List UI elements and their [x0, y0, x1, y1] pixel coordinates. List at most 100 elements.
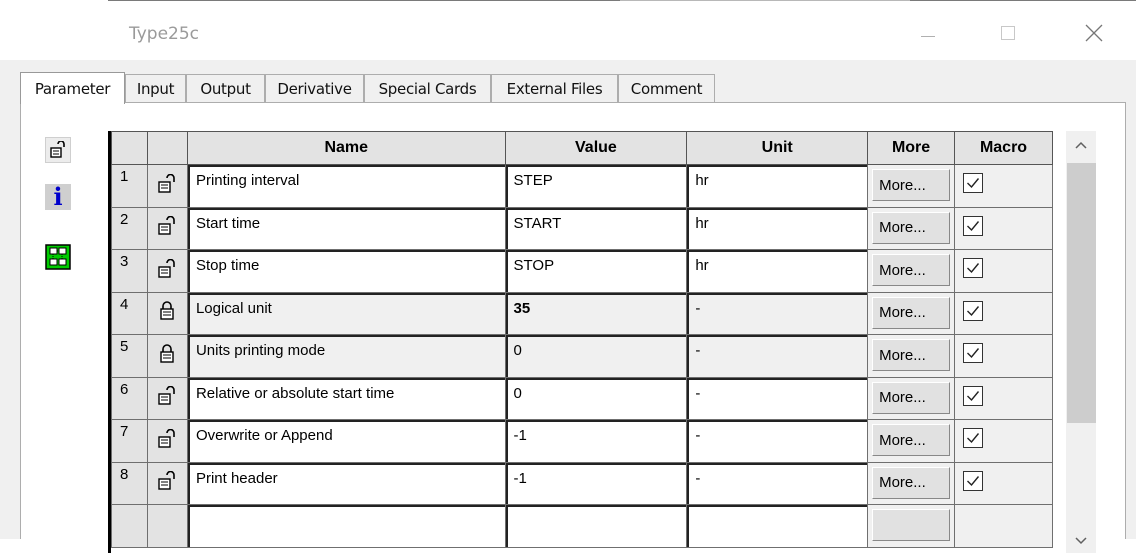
info-button[interactable]: i — [45, 184, 71, 210]
tab-output[interactable]: Output — [186, 74, 265, 102]
row-lock-button[interactable] — [146, 419, 188, 463]
table-row: 4 Logical unit 35 - More... — [111, 291, 1053, 335]
minimize-button[interactable] — [908, 15, 948, 51]
macro-checkbox[interactable] — [963, 173, 984, 193]
row-lock-button[interactable] — [146, 461, 188, 505]
param-value-cell[interactable]: STOP — [504, 249, 688, 293]
param-unit-cell[interactable]: - — [686, 291, 869, 335]
param-unit-cell[interactable]: hr — [686, 249, 869, 293]
more-button[interactable]: More... — [872, 296, 951, 329]
close-button[interactable] — [1074, 15, 1114, 51]
param-value-cell[interactable]: STEP — [504, 164, 688, 208]
unlocked-icon — [158, 215, 176, 235]
param-name-cell[interactable]: Logical unit — [186, 291, 506, 335]
param-value-cell[interactable]: 0 — [504, 334, 688, 378]
param-unit: - — [687, 420, 868, 462]
macro-checkbox[interactable] — [963, 258, 984, 278]
tab-input[interactable]: Input — [125, 74, 186, 102]
param-unit: hr — [687, 250, 868, 292]
header-more[interactable]: More — [867, 131, 956, 165]
table-row: 7 Overwrite or Append -1 - More... — [111, 419, 1053, 463]
param-unit-cell[interactable]: - — [686, 376, 869, 420]
macro-checkbox[interactable] — [963, 470, 984, 491]
network-icon — [45, 244, 71, 270]
table-row: 6 Relative or absolute start time 0 - Mo… — [111, 376, 1053, 420]
tab-external-files[interactable]: External Files — [491, 74, 618, 102]
more-button[interactable]: More... — [872, 424, 951, 456]
unlocked-icon — [158, 428, 176, 448]
param-name-cell[interactable]: Units printing mode — [186, 334, 506, 378]
row-lock-button[interactable] — [146, 504, 188, 548]
macro-cell — [954, 206, 1053, 250]
row-lock-button[interactable] — [146, 334, 188, 378]
header-macro[interactable]: Macro — [954, 131, 1053, 165]
header-unit[interactable]: Unit — [686, 131, 869, 165]
scroll-down-button[interactable] — [1066, 529, 1096, 553]
param-name-cell[interactable]: Overwrite or Append — [186, 419, 506, 463]
param-name-cell[interactable]: Relative or absolute start time — [186, 376, 506, 420]
network-button[interactable] — [45, 244, 71, 270]
param-unit-cell[interactable]: hr — [686, 206, 869, 250]
vertical-scrollbar[interactable] — [1066, 131, 1096, 553]
param-unit: - — [687, 292, 868, 334]
row-lock-button[interactable] — [146, 206, 188, 250]
param-name-cell[interactable]: Stop time — [186, 249, 506, 293]
macro-checkbox[interactable] — [963, 428, 984, 448]
macro-checkbox[interactable] — [963, 343, 984, 363]
more-cell: More... — [867, 334, 956, 378]
more-button[interactable]: More... — [872, 381, 951, 414]
lock-toggle-button[interactable] — [45, 137, 71, 163]
param-value-cell[interactable]: -1 — [504, 419, 688, 463]
param-unit-cell[interactable]: - — [686, 334, 869, 378]
header-name[interactable]: Name — [186, 131, 506, 165]
tab-derivative[interactable]: Derivative — [265, 74, 364, 102]
param-unit-cell[interactable]: - — [686, 419, 869, 463]
tab-parameter[interactable]: Parameter — [20, 72, 125, 104]
param-name: Stop time — [187, 250, 505, 292]
param-value-cell[interactable]: -1 — [504, 461, 688, 505]
row-number: 6 — [111, 376, 148, 420]
param-name-cell[interactable]: Print header — [186, 461, 506, 505]
scroll-thumb[interactable] — [1067, 163, 1096, 423]
checkmark-icon — [967, 390, 980, 401]
param-value-cell[interactable]: START — [504, 206, 688, 250]
param-unit-cell[interactable] — [686, 504, 869, 548]
macro-checkbox[interactable] — [963, 300, 984, 321]
more-cell: More... — [867, 419, 956, 463]
more-button[interactable]: More... — [872, 169, 951, 201]
more-button[interactable]: More... — [872, 211, 951, 244]
row-lock-button[interactable] — [146, 291, 188, 335]
more-button[interactable]: More... — [872, 339, 951, 371]
more-button[interactable] — [872, 509, 951, 541]
info-icon: i — [53, 182, 63, 211]
param-value-cell[interactable]: 35 — [504, 291, 688, 335]
scroll-up-button[interactable] — [1066, 133, 1096, 157]
macro-checkbox[interactable] — [963, 385, 984, 406]
tab-comment[interactable]: Comment — [618, 74, 715, 102]
macro-cell — [954, 291, 1053, 335]
row-lock-button[interactable] — [146, 249, 188, 293]
macro-cell — [954, 164, 1053, 208]
tab-special-cards[interactable]: Special Cards — [364, 74, 491, 102]
param-name-cell[interactable]: Printing interval — [186, 164, 506, 208]
param-unit-cell[interactable]: - — [686, 461, 869, 505]
param-unit-cell[interactable]: hr — [686, 164, 869, 208]
maximize-button[interactable] — [988, 15, 1028, 51]
param-name: Overwrite or Append — [187, 420, 505, 462]
param-value-cell[interactable]: 0 — [504, 376, 688, 420]
row-number: 5 — [111, 334, 148, 378]
more-button[interactable]: More... — [872, 254, 951, 286]
more-button[interactable]: More... — [872, 466, 951, 499]
row-lock-button[interactable] — [146, 164, 188, 208]
row-lock-button[interactable] — [146, 376, 188, 420]
param-name-cell[interactable] — [186, 504, 506, 548]
checkmark-icon — [967, 475, 980, 486]
param-name-cell[interactable]: Start time — [186, 206, 506, 250]
parameter-table: Name Value Unit More Macro 1 Printing in… — [111, 131, 1053, 548]
header-value[interactable]: Value — [504, 131, 688, 165]
macro-checkbox[interactable] — [963, 215, 984, 236]
more-cell: More... — [867, 461, 956, 505]
param-value-cell[interactable] — [504, 504, 688, 548]
macro-cell — [954, 504, 1053, 548]
checkmark-icon — [967, 433, 980, 444]
